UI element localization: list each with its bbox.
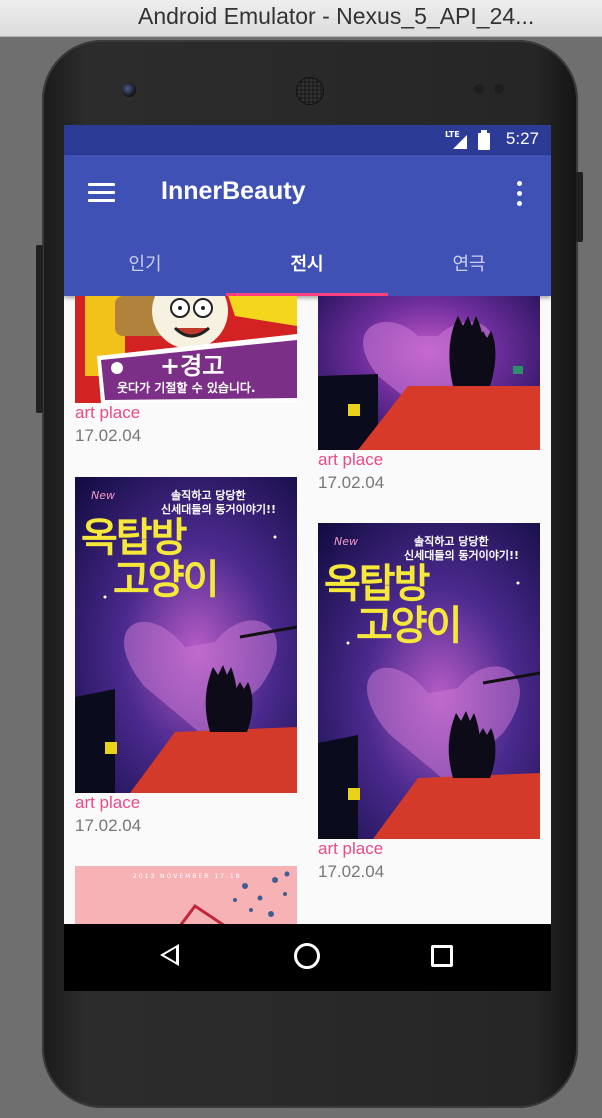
exhibition-card[interactable]: +경고 웃다가 기절할 수 있습니다. art place 17.02.04	[75, 296, 297, 446]
poster-header: 2013 NOVEMBER 17.18	[133, 873, 242, 880]
poster-warning-subtitle: 웃다가 기절할 수 있습니다.	[117, 381, 256, 395]
tab-exhibition[interactable]: 전시	[226, 243, 388, 296]
back-icon[interactable]	[160, 944, 179, 966]
tab-popular[interactable]: 인기	[64, 243, 226, 296]
exhibition-card[interactable]: 솔직하고 당당한 신세대들의 동거이야기!! New 옥탑방 고양이 art p…	[318, 523, 540, 882]
exhibition-card[interactable]: art place 17.02.04	[318, 296, 540, 493]
exhibition-card[interactable]: 2013 NOVEMBER 17.18	[75, 866, 297, 924]
poster-image	[318, 296, 540, 450]
poster-image: 2013 NOVEMBER 17.18	[75, 866, 297, 924]
poster-title: 고양이	[113, 557, 219, 603]
poster-image: 솔직하고 당당한 신세대들의 동거이야기!! New 옥탑방 고양이	[318, 523, 540, 839]
menu-icon[interactable]	[88, 183, 115, 203]
light-sensor	[494, 84, 504, 94]
battery-icon	[478, 130, 490, 150]
earpiece-speaker	[296, 77, 324, 105]
volume-button[interactable]	[576, 172, 583, 242]
poster-new-badge: New	[334, 535, 358, 548]
recent-apps-icon[interactable]	[431, 945, 453, 967]
app-title: InnerBeauty	[161, 177, 306, 205]
system-nav-bar	[64, 924, 551, 991]
poster-title: 고양이	[356, 603, 462, 649]
lte-signal-icon: LTE	[445, 130, 467, 149]
poster-new-badge: New	[91, 489, 115, 502]
tab-bar: 인기 전시 연극	[64, 243, 551, 296]
poster-warning-title: +경고	[160, 352, 225, 380]
card-title: art place	[318, 450, 384, 469]
device-screen: LTE 5:27 InnerBeauty 인기 전시 연극 +경고 웃다가 기절…	[64, 125, 551, 991]
card-date: 17.02.04	[75, 816, 142, 835]
power-button[interactable]	[36, 245, 43, 413]
card-date: 17.02.04	[318, 862, 385, 881]
overflow-menu-icon[interactable]	[514, 181, 524, 207]
front-camera	[122, 83, 136, 97]
card-date: 17.02.04	[318, 473, 385, 492]
home-icon[interactable]	[294, 943, 320, 969]
status-bar: LTE 5:27	[64, 125, 551, 155]
status-time: 5:27	[505, 129, 539, 148]
window-title: Android Emulator - Nexus_5_API_24...	[138, 3, 535, 29]
card-title: art place	[318, 839, 384, 858]
emulator-title-bar: Android Emulator - Nexus_5_API_24...	[0, 0, 602, 37]
poster-image: +경고 웃다가 기절할 수 있습니다.	[75, 296, 297, 403]
poster-image: 솔직하고 당당한 신세대들의 동거이야기!! New 옥탑방 고양이	[75, 477, 297, 793]
proximity-sensor	[474, 84, 484, 94]
card-title: art place	[75, 403, 141, 422]
tab-theater[interactable]: 연극	[388, 243, 550, 296]
exhibition-card[interactable]: 솔직하고 당당한 신세대들의 동거이야기!! New 옥탑방 고양이 art p…	[75, 477, 297, 836]
app-bar: InnerBeauty 인기 전시 연극	[64, 155, 551, 296]
exhibition-grid[interactable]: +경고 웃다가 기절할 수 있습니다. art place 17.02.04 a…	[64, 296, 551, 924]
card-date: 17.02.04	[75, 426, 142, 445]
card-title: art place	[75, 793, 141, 812]
